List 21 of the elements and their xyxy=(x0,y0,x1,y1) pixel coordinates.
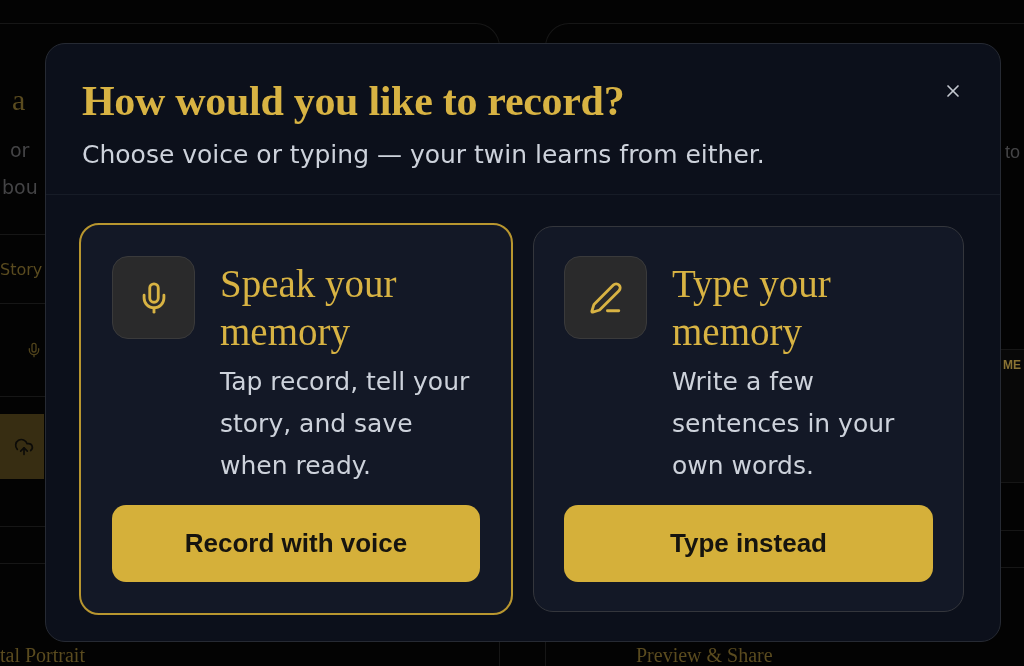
section-heading: Preview & Share xyxy=(636,644,773,666)
cloud-upload-icon xyxy=(14,436,34,457)
record-voice-button[interactable]: Record with voice xyxy=(112,505,480,582)
option-card[interactable]: Type your memory Write a few sentences in your own words. Type instead xyxy=(533,226,964,612)
option-title: Speak your memory xyxy=(220,261,398,356)
option-card[interactable]: Speak your memory Tap record, tell your story, and save when ready. Record with voice xyxy=(79,223,513,615)
description-text: or xyxy=(10,138,30,163)
description-text: bou xyxy=(2,175,38,200)
dialog-title: How would you like to record? xyxy=(82,77,625,126)
section-title: a xyxy=(12,82,26,118)
option-description: Tap record, tell your story, and save when ready. xyxy=(220,366,471,482)
pen-icon xyxy=(564,256,647,339)
option-title: Type your memory xyxy=(672,261,832,356)
microphone-icon xyxy=(26,342,42,358)
option-description: Write a few sentences in your own words. xyxy=(672,366,896,482)
dialog-subtitle: Choose voice or typing — your twin learns from either. xyxy=(82,139,765,171)
bar-label: ME xyxy=(1003,358,1021,372)
microphone-icon xyxy=(112,256,195,339)
type-instead-button[interactable]: Type instead xyxy=(564,505,933,582)
section-heading: tal Portrait xyxy=(0,644,85,666)
description-text: to xyxy=(1005,141,1020,163)
